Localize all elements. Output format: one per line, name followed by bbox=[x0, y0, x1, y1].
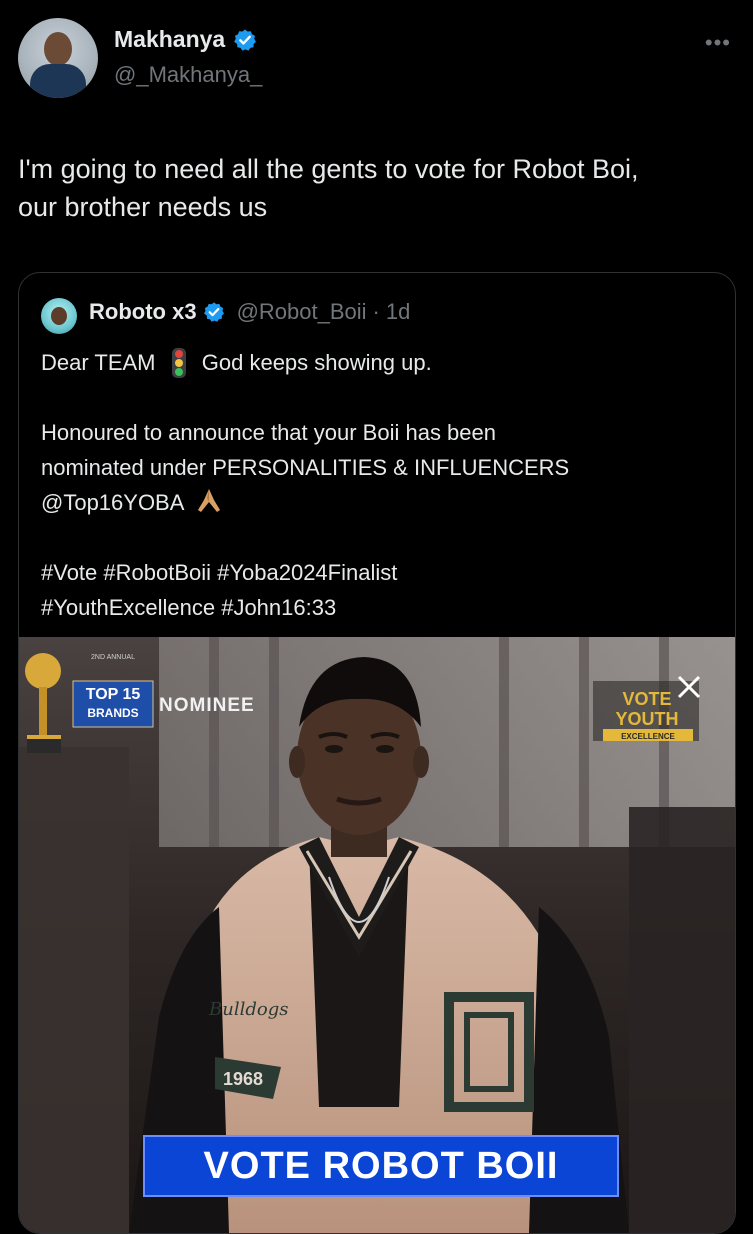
hashtags-line-1[interactable]: #Vote #RobotBoii #Yoba2024Finalist bbox=[41, 555, 721, 590]
verified-badge-icon bbox=[203, 302, 224, 322]
quoted-para2-line2: nominated under PERSONALITIES & INFLUENC… bbox=[41, 455, 570, 480]
author-name-row[interactable]: Makhanya bbox=[114, 26, 257, 53]
logo-vote-text: VOTE bbox=[622, 689, 671, 709]
author-avatar[interactable] bbox=[18, 18, 98, 98]
quoted-media-image[interactable]: 2ND ANNUAL TOP 15 BRANDS VOTE YOUTH EXCE… bbox=[19, 637, 735, 1233]
jacket-patch-year: 1968 bbox=[223, 1069, 263, 1089]
tweet-text: I'm going to need all the gents to vote … bbox=[18, 150, 738, 226]
quoted-para2-line1: Honoured to announce that your Boii has … bbox=[41, 420, 496, 445]
nominee-label: NOMINEE bbox=[159, 695, 255, 716]
badge-top-text: TOP 15 bbox=[86, 686, 141, 703]
jacket-patch-script: Bulldogs bbox=[208, 999, 288, 1020]
vote-banner-text: VOTE ROBOT BOII bbox=[203, 1144, 559, 1187]
quoted-line1-b: God keeps showing up. bbox=[201, 350, 432, 375]
badge-small-text: 2ND ANNUAL bbox=[91, 654, 135, 661]
badge-bottom-text: BRANDS bbox=[87, 706, 138, 720]
author-display-name[interactable]: Makhanya bbox=[114, 26, 225, 53]
quoted-header: Roboto x3 @Robot_Boii · 1d bbox=[89, 299, 410, 325]
logo-excellence-text: EXCELLENCE bbox=[621, 732, 675, 741]
hashtags-line-2[interactable]: #YouthExcellence #John16:33 bbox=[41, 590, 721, 625]
verified-badge-icon bbox=[234, 29, 257, 51]
quoted-display-name[interactable]: Roboto x3 bbox=[89, 299, 197, 325]
quoted-author-avatar[interactable] bbox=[41, 298, 77, 334]
quoted-line1-a: Dear TEAM bbox=[41, 350, 156, 375]
quoted-handle[interactable]: @Robot_Boii bbox=[237, 299, 367, 325]
more-options-icon[interactable]: ••• bbox=[705, 30, 731, 56]
quoted-separator: · bbox=[372, 299, 380, 324]
traffic-light-icon bbox=[171, 348, 186, 378]
mention-link[interactable]: @Top16YOBA bbox=[41, 490, 183, 515]
folded-hands-icon bbox=[198, 489, 221, 512]
quoted-tweet-card[interactable]: Roboto x3 @Robot_Boii · 1d Dear TEAM God… bbox=[18, 272, 736, 1234]
quoted-text: Dear TEAM God keeps showing up. Honoured… bbox=[41, 345, 721, 625]
author-handle[interactable]: @_Makhanya_ bbox=[114, 62, 262, 88]
tweet-text-line-2: our brother needs us bbox=[18, 192, 268, 222]
quoted-timestamp[interactable]: 1d bbox=[386, 299, 410, 325]
tweet-text-line-1: I'm going to need all the gents to vote … bbox=[18, 154, 639, 184]
logo-youth-text: YOUTH bbox=[616, 709, 679, 729]
vote-banner: VOTE ROBOT BOII bbox=[143, 1135, 619, 1197]
